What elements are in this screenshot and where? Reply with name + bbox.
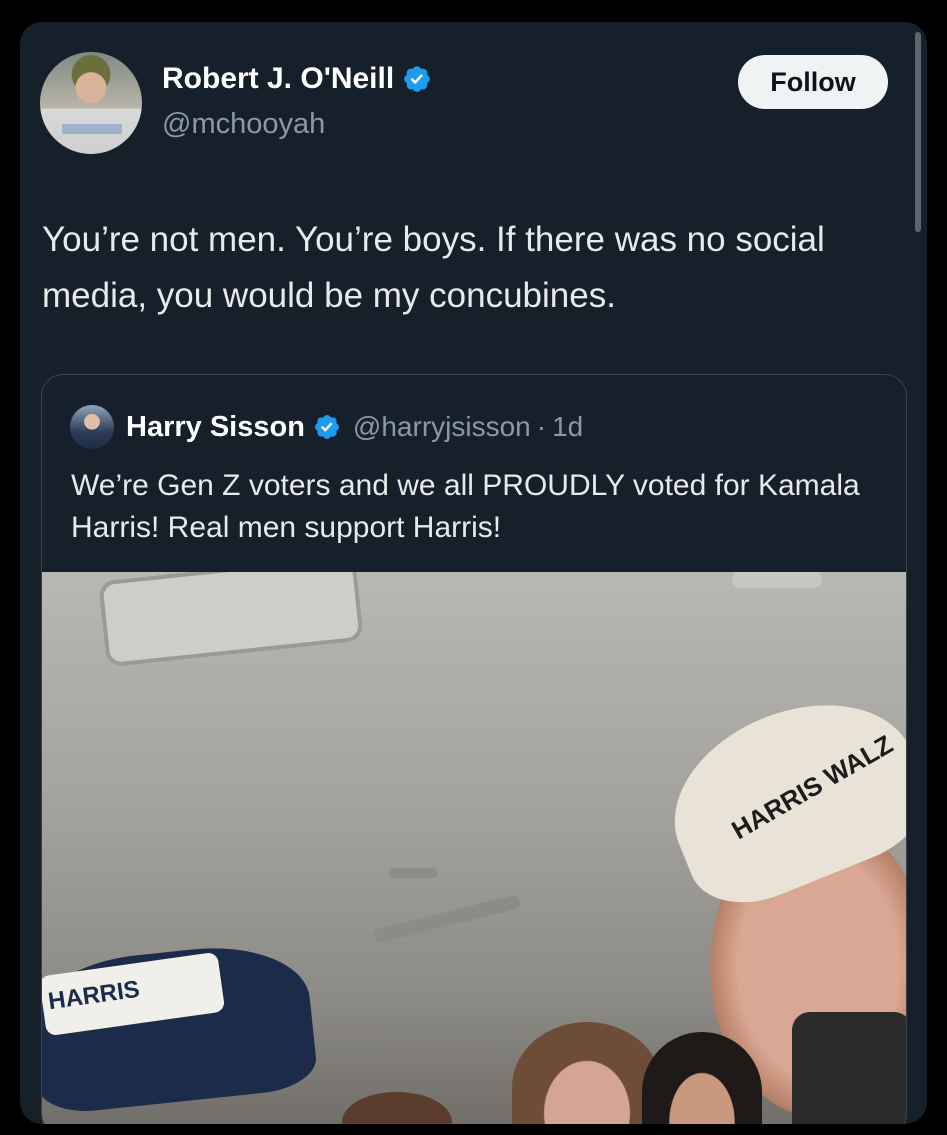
scrollbar[interactable] — [915, 32, 921, 232]
verified-badge-icon — [314, 415, 339, 439]
verified-badge-icon — [404, 66, 430, 92]
quoted-timestamp[interactable]: 1d — [552, 411, 583, 443]
quoted-media-photo[interactable]: HARRIS WALZ HARRIS — [42, 572, 906, 1124]
car-seat — [792, 1012, 906, 1124]
avatar-shirt-graphic — [62, 124, 122, 134]
quoted-tweet-header: Harry Sisson @harryjsisson · 1d — [70, 405, 583, 449]
car-ceiling-light — [98, 572, 364, 668]
car-ceiling-vent — [372, 894, 522, 944]
person-head — [342, 1092, 452, 1124]
car-ceiling-handle — [732, 572, 822, 588]
quoted-handle[interactable]: @harryjsisson — [353, 411, 531, 443]
follow-button[interactable]: Follow — [738, 55, 888, 109]
quoted-tweet[interactable]: Harry Sisson @harryjsisson · 1d We’re Ge… — [41, 374, 907, 1124]
avatar[interactable] — [40, 52, 142, 154]
author-name-row: Robert J. O'Neill — [162, 62, 432, 96]
quoted-avatar[interactable] — [70, 405, 114, 449]
car-ceiling-vent — [388, 868, 438, 878]
tweet-card: Robert J. O'Neill @mchooyah Follow You’r… — [20, 22, 927, 1124]
tweet-text: You’re not men. You’re boys. If there wa… — [42, 220, 825, 315]
quoted-tweet-text: We’re Gen Z voters and we all PROUDLY vo… — [71, 469, 860, 544]
author-handle[interactable]: @mchooyah — [162, 108, 325, 141]
author-display-name[interactable]: Robert J. O'Neill — [162, 62, 394, 96]
quoted-display-name[interactable]: Harry Sisson — [126, 411, 305, 444]
person-head — [512, 1022, 662, 1124]
separator-dot: · — [536, 411, 547, 442]
